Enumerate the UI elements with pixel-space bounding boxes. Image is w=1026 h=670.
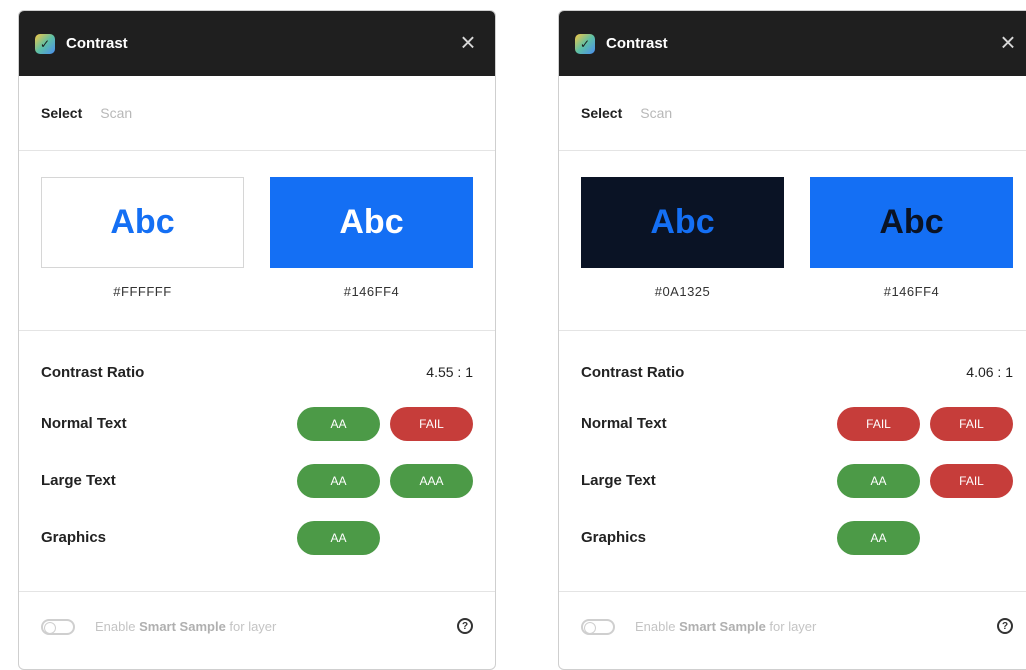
contrast-ratio-value: 4.55 : 1	[426, 364, 473, 380]
result-row-label: Graphics	[581, 529, 647, 546]
result-row-label: Graphics	[41, 529, 107, 546]
result-row-normal-text: Normal Text AA FAIL	[41, 395, 473, 452]
result-row-label: Normal Text	[581, 415, 667, 432]
background-swatch-column: Abc #146FF4	[810, 177, 1013, 330]
aa-badge: AA	[297, 406, 380, 441]
contrast-panel-right: ✓ Contrast × Select Scan Abc #0A1325 Abc…	[558, 10, 1026, 670]
panel-title: Contrast	[606, 35, 668, 52]
foreground-swatch[interactable]: Abc	[581, 177, 784, 268]
badge-placeholder	[390, 521, 473, 555]
smart-sample-label: Enable Smart Sample for layer	[635, 619, 816, 634]
close-icon[interactable]: ×	[455, 29, 481, 55]
footer-text-pre: Enable	[635, 619, 680, 634]
result-badges: FAIL FAIL	[837, 406, 1013, 441]
result-row-graphics: Graphics AA	[41, 509, 473, 566]
background-hex: #146FF4	[343, 284, 400, 299]
background-hex: #146FF4	[883, 284, 940, 299]
tab-bar: Select Scan	[559, 76, 1026, 151]
aa-badge: AA	[297, 520, 380, 555]
badge-placeholder	[930, 521, 1013, 555]
contrast-ratio-label: Contrast Ratio	[581, 363, 685, 381]
aa-badge: AA	[837, 520, 920, 555]
smart-sample-toggle[interactable]	[41, 618, 75, 635]
result-badges: AA	[297, 520, 473, 555]
result-badges: AA FAIL	[297, 406, 473, 441]
contrast-panel-left: ✓ Contrast × Select Scan Abc #FFFFFF Abc…	[18, 10, 496, 670]
result-row-label: Large Text	[581, 472, 656, 489]
smart-sample-toggle[interactable]	[581, 618, 615, 635]
color-swatches: Abc #FFFFFF Abc #146FF4	[19, 151, 495, 331]
tab-scan[interactable]: Scan	[100, 105, 132, 121]
contrast-app-icon: ✓	[35, 33, 55, 54]
tab-scan[interactable]: Scan	[640, 105, 672, 121]
color-swatches: Abc #0A1325 Abc #146FF4	[559, 151, 1026, 331]
close-icon[interactable]: ×	[995, 29, 1021, 55]
result-row-large-text: Large Text AA AAA	[41, 452, 473, 509]
result-badges: AA	[837, 520, 1013, 555]
contrast-app-icon: ✓	[575, 33, 595, 54]
background-swatch-column: Abc #146FF4	[270, 177, 473, 330]
result-badges: AA FAIL	[837, 463, 1013, 498]
contrast-ratio-row: Contrast Ratio 4.55 : 1	[41, 355, 473, 389]
footer-text-post: for layer	[765, 619, 817, 634]
background-swatch[interactable]: Abc	[810, 177, 1013, 268]
background-swatch[interactable]: Abc	[270, 177, 473, 268]
result-row-label: Normal Text	[41, 415, 127, 432]
footer-text-bold: Smart Sample	[679, 619, 766, 634]
results-section: Contrast Ratio 4.55 : 1 Normal Text AA F…	[19, 331, 495, 566]
contrast-ratio-value: 4.06 : 1	[966, 364, 1013, 380]
aaa-badge: AAA	[390, 463, 473, 498]
tab-bar: Select Scan	[19, 76, 495, 151]
results-section: Contrast Ratio 4.06 : 1 Normal Text FAIL…	[559, 331, 1026, 566]
foreground-swatch-column: Abc #0A1325	[581, 177, 784, 330]
panel-title: Contrast	[66, 35, 128, 52]
footer-text-post: for layer	[225, 619, 277, 634]
aa-badge: AA	[837, 463, 920, 498]
tab-select[interactable]: Select	[41, 105, 82, 121]
result-badges: AA AAA	[297, 463, 473, 498]
help-icon[interactable]: ?	[457, 618, 473, 634]
panel-titlebar: ✓ Contrast ×	[559, 11, 1026, 76]
tab-select[interactable]: Select	[581, 105, 622, 121]
aaa-badge: FAIL	[390, 406, 473, 441]
result-row-label: Large Text	[41, 472, 116, 489]
contrast-ratio-row: Contrast Ratio 4.06 : 1	[581, 355, 1013, 389]
aaa-badge: FAIL	[930, 406, 1013, 441]
result-row-normal-text: Normal Text FAIL FAIL	[581, 395, 1013, 452]
footer-text-pre: Enable	[95, 619, 140, 634]
help-icon[interactable]: ?	[997, 618, 1013, 634]
panel-titlebar: ✓ Contrast ×	[19, 11, 495, 76]
foreground-swatch-column: Abc #FFFFFF	[41, 177, 244, 330]
smart-sample-label: Enable Smart Sample for layer	[95, 619, 276, 634]
foreground-swatch[interactable]: Abc	[41, 177, 244, 268]
result-row-graphics: Graphics AA	[581, 509, 1013, 566]
footer-text-bold: Smart Sample	[139, 619, 226, 634]
aa-badge: AA	[297, 463, 380, 498]
foreground-hex: #FFFFFF	[113, 284, 172, 299]
aa-badge: FAIL	[837, 406, 920, 441]
result-row-large-text: Large Text AA FAIL	[581, 452, 1013, 509]
foreground-hex: #0A1325	[654, 284, 711, 299]
aaa-badge: FAIL	[930, 463, 1013, 498]
contrast-ratio-label: Contrast Ratio	[41, 363, 145, 381]
